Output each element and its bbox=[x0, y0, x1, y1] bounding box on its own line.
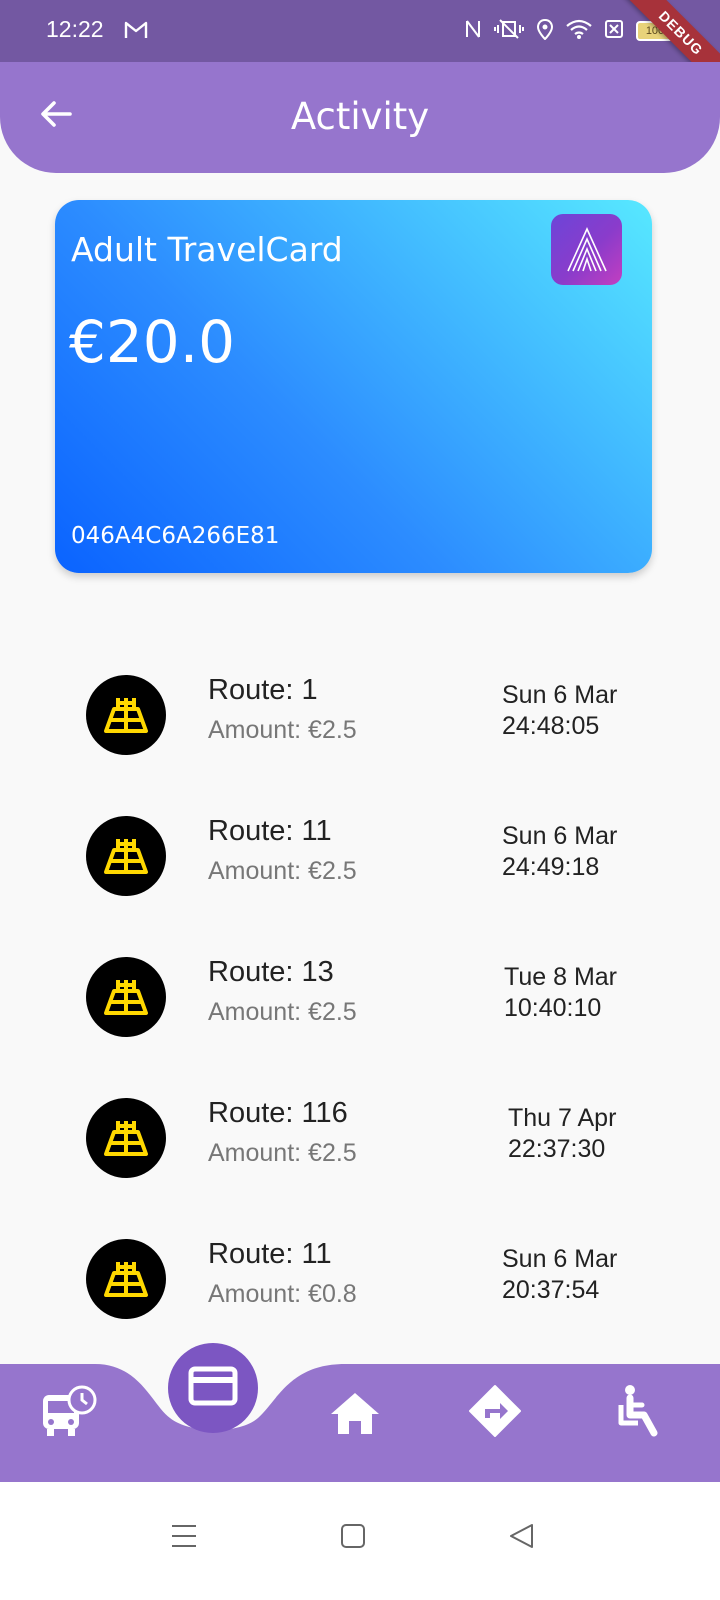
nav-home[interactable] bbox=[322, 1382, 388, 1448]
date-day: Tue 8 Mar bbox=[504, 963, 618, 991]
date-time: 20:37:54 bbox=[502, 1276, 600, 1304]
activity-item[interactable]: Route: 1 Amount: €2.5 Sun 6 Mar 24:48:05 bbox=[0, 640, 720, 760]
route-label: Route: 116 bbox=[208, 1097, 348, 1129]
date-day: Sun 6 Mar bbox=[502, 822, 618, 850]
vibrate-icon bbox=[494, 18, 524, 44]
route-label: Route: 1 bbox=[208, 674, 318, 706]
activity-item[interactable]: Route: 11 Amount: €2.5 Sun 6 Mar 24:49:1… bbox=[0, 781, 720, 901]
dublin-bus-logo-icon bbox=[86, 1098, 166, 1178]
status-time: 12:22 bbox=[46, 16, 104, 42]
no-sim-icon bbox=[604, 18, 624, 44]
nav-accessibility[interactable] bbox=[606, 1380, 672, 1446]
nfc-icon bbox=[464, 18, 482, 44]
nav-directions[interactable] bbox=[462, 1380, 528, 1446]
date-day: Sun 6 Mar bbox=[502, 681, 618, 709]
amount-label: Amount: €2.5 bbox=[208, 716, 357, 744]
dublin-bus-logo-icon bbox=[86, 675, 166, 755]
card-name: Adult TravelCard bbox=[71, 230, 343, 269]
date-day: Sun 6 Mar bbox=[502, 1245, 618, 1273]
card-number: 046A4C6A266E81 bbox=[71, 523, 280, 549]
status-icons: 100 bbox=[464, 18, 678, 44]
date-label: Thu 7 Apr 22:37:30 bbox=[508, 1103, 616, 1165]
bottom-nav bbox=[0, 1330, 720, 1482]
leap-a-logo-icon bbox=[551, 214, 622, 285]
home-system-button[interactable] bbox=[340, 1522, 366, 1554]
dublin-bus-logo-icon bbox=[86, 957, 166, 1037]
menu-lines-icon bbox=[170, 1522, 198, 1554]
travel-card[interactable]: Adult TravelCard €20.0 046A4C6A266E81 bbox=[55, 200, 652, 573]
gmail-icon bbox=[124, 20, 148, 44]
nav-card[interactable] bbox=[168, 1343, 258, 1433]
wifi-icon bbox=[566, 18, 592, 44]
dublin-bus-logo-icon bbox=[86, 816, 166, 896]
date-time: 22:37:30 bbox=[508, 1135, 606, 1163]
amount-label: Amount: €2.5 bbox=[208, 1139, 357, 1167]
app-bar: Activity bbox=[0, 62, 720, 173]
accessibility-icon bbox=[616, 1383, 662, 1443]
activity-item[interactable]: Route: 13 Amount: €2.5 Tue 8 Mar 10:40:1… bbox=[0, 922, 720, 1042]
activity-item[interactable]: Route: 116 Amount: €2.5 Thu 7 Apr 22:37:… bbox=[0, 1063, 720, 1183]
date-time: 10:40:10 bbox=[504, 994, 602, 1022]
route-label: Route: 13 bbox=[208, 956, 334, 988]
location-icon bbox=[536, 18, 554, 44]
system-nav-bar bbox=[0, 1482, 720, 1600]
amount-label: Amount: €0.8 bbox=[208, 1280, 357, 1308]
bus-schedule-icon bbox=[39, 1385, 99, 1445]
nav-bus-schedule[interactable] bbox=[36, 1382, 102, 1448]
date-day: Thu 7 Apr bbox=[508, 1104, 617, 1132]
amount-label: Amount: €2.5 bbox=[208, 857, 357, 885]
date-label: Sun 6 Mar 24:48:05 bbox=[502, 680, 617, 742]
recent-apps-button[interactable] bbox=[170, 1522, 198, 1554]
activity-item[interactable]: Route: 11 Amount: €0.8 Sun 6 Mar 20:37:5… bbox=[0, 1204, 720, 1324]
page-title: Activity bbox=[290, 95, 430, 138]
card-balance: €20.0 bbox=[69, 308, 236, 376]
triangle-back-icon bbox=[508, 1522, 536, 1554]
home-icon bbox=[329, 1390, 381, 1440]
card-icon bbox=[188, 1366, 238, 1410]
status-bar: 12:22 100 DEBUG bbox=[0, 0, 720, 103]
amount-label: Amount: €2.5 bbox=[208, 998, 357, 1026]
date-label: Sun 6 Mar 24:49:18 bbox=[502, 821, 617, 883]
back-system-button[interactable] bbox=[508, 1522, 536, 1554]
square-icon bbox=[340, 1522, 366, 1554]
dublin-bus-logo-icon bbox=[86, 1239, 166, 1319]
route-label: Route: 11 bbox=[208, 1238, 332, 1270]
date-label: Tue 8 Mar 10:40:10 bbox=[504, 962, 617, 1024]
date-time: 24:48:05 bbox=[502, 712, 600, 740]
date-label: Sun 6 Mar 20:37:54 bbox=[502, 1244, 617, 1306]
date-time: 24:49:18 bbox=[502, 853, 600, 881]
route-label: Route: 11 bbox=[208, 815, 332, 847]
directions-icon bbox=[468, 1384, 522, 1442]
